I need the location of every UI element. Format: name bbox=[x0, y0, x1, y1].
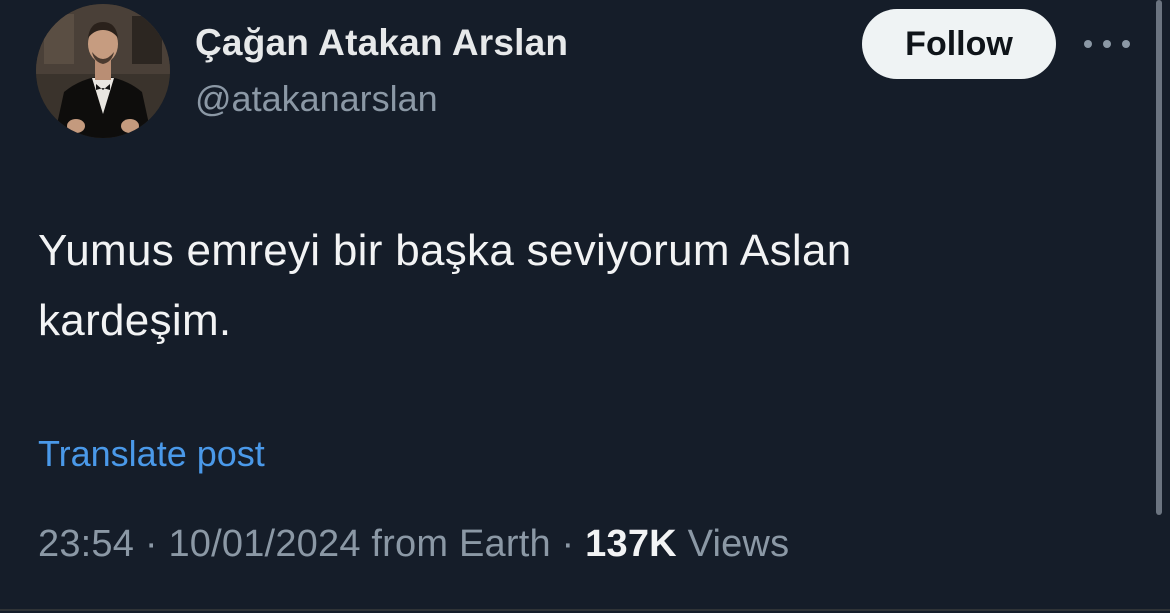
ellipsis-dot bbox=[1122, 40, 1130, 48]
author-display-name[interactable]: Çağan Atakan Arslan bbox=[195, 22, 568, 64]
views-label[interactable]: Views bbox=[677, 523, 789, 565]
scrollbar[interactable] bbox=[1156, 0, 1162, 515]
meta-separator: · bbox=[550, 523, 586, 565]
post-metadata: 23:54 · 10/01/2024 from Earth · 137K Vie… bbox=[38, 523, 789, 566]
author-handle[interactable]: @atakanarslan bbox=[195, 78, 438, 120]
avatar-image bbox=[36, 4, 170, 138]
ellipsis-icon[interactable] bbox=[1084, 36, 1130, 52]
ellipsis-dot bbox=[1103, 40, 1111, 48]
post-source: from Earth bbox=[360, 523, 551, 565]
post-date[interactable]: 10/01/2024 bbox=[168, 523, 360, 565]
ellipsis-dot bbox=[1084, 40, 1092, 48]
post-text: Yumus emreyi bir başka seviyorum Aslan k… bbox=[38, 226, 852, 345]
author-avatar[interactable] bbox=[36, 4, 170, 138]
translate-post-link[interactable]: Translate post bbox=[38, 433, 265, 475]
views-count[interactable]: 137K bbox=[585, 523, 677, 565]
follow-button[interactable]: Follow bbox=[862, 9, 1056, 79]
post-time[interactable]: 23:54 bbox=[38, 523, 134, 565]
divider bbox=[0, 609, 1170, 611]
meta-separator: · bbox=[134, 523, 169, 565]
